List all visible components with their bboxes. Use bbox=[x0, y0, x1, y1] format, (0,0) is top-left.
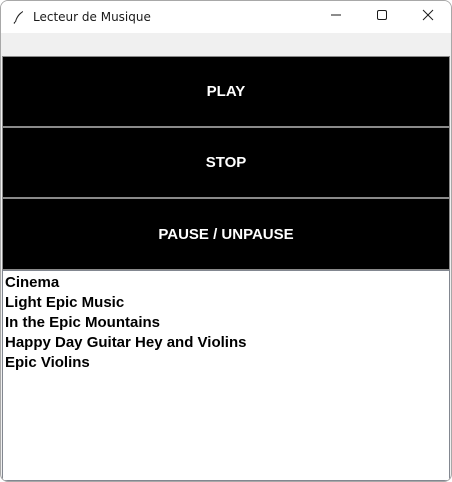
window-controls bbox=[313, 1, 451, 33]
maximize-button[interactable] bbox=[359, 1, 405, 33]
window-title: Lecteur de Musique bbox=[33, 10, 151, 24]
title-bar[interactable]: Lecteur de Musique bbox=[1, 1, 451, 33]
playlist-item[interactable]: Light Epic Music bbox=[5, 293, 449, 313]
stop-button[interactable]: STOP bbox=[2, 127, 450, 198]
playlist-item[interactable]: Happy Day Guitar Hey and Violins bbox=[5, 333, 449, 353]
pause-unpause-button[interactable]: PAUSE / UNPAUSE bbox=[2, 198, 450, 270]
app-window: Lecteur de Musique PLAY STOP PAUSE / UNP… bbox=[0, 0, 452, 482]
playlist-listbox[interactable]: Cinema Light Epic Music In the Epic Moun… bbox=[2, 270, 450, 481]
maximize-icon bbox=[376, 8, 388, 26]
minimize-button[interactable] bbox=[313, 1, 359, 33]
empty-toolbar-area bbox=[1, 33, 451, 56]
feather-icon bbox=[11, 9, 27, 25]
playlist-item[interactable]: Epic Violins bbox=[5, 353, 449, 373]
close-icon bbox=[422, 8, 434, 26]
playlist-item[interactable]: In the Epic Mountains bbox=[5, 313, 449, 333]
minimize-icon bbox=[330, 8, 342, 26]
playlist-item[interactable]: Cinema bbox=[5, 273, 449, 293]
close-button[interactable] bbox=[405, 1, 451, 33]
play-button[interactable]: PLAY bbox=[2, 56, 450, 127]
